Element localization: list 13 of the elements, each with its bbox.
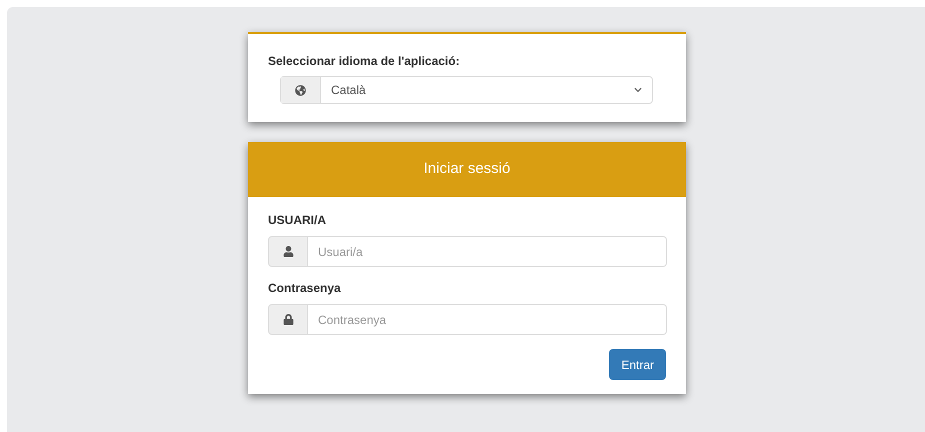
login-button[interactable]: Entrar (609, 349, 666, 380)
language-select[interactable]: Català (280, 76, 653, 104)
select-value: Català (330, 82, 367, 99)
caret-icon (634, 86, 642, 94)
field-label: Contrasenya (268, 280, 342, 297)
language-label: Seleccionar idioma de l'aplicació: (268, 53, 461, 70)
field-label: USUARI/A (268, 212, 328, 229)
globe-icon (295, 84, 306, 96)
input-field[interactable]: Contrasenya (308, 304, 667, 335)
lock-icon (282, 314, 294, 325)
user-icon (282, 246, 294, 257)
login-title: Iniciar sessió (424, 159, 510, 180)
input-field[interactable]: Usuari/a (308, 236, 667, 267)
